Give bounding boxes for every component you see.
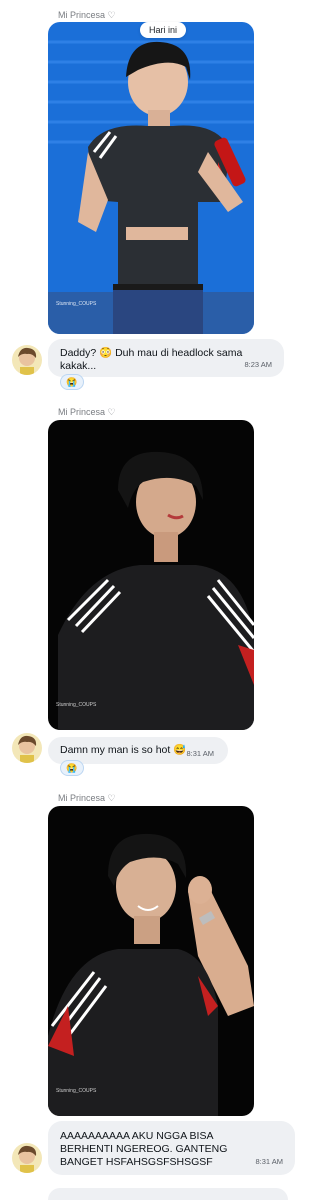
message-time: 8:23 AM — [244, 360, 272, 369]
image-watermark: Stunning_COUPS — [56, 1088, 97, 1094]
message-bubble[interactable]: Daddy? 😳 Duh mau di headlock sama kakak.… — [48, 339, 284, 377]
avatar[interactable] — [12, 733, 42, 763]
image-watermark: Stunning_COUPS — [56, 301, 97, 307]
next-message-bubble-partial[interactable] — [48, 1188, 288, 1200]
sender-name: Mi Princesa ♡ — [58, 10, 116, 20]
avatar[interactable] — [12, 345, 42, 375]
reaction-badge[interactable]: 😭 — [60, 374, 84, 390]
concert-photo-dark: Stunning_COUPS — [48, 420, 254, 730]
concert-photo-dark-2: Stunning_COUPS — [48, 806, 254, 1116]
image-watermark: Stunning_COUPS — [56, 702, 97, 708]
shared-image[interactable]: Stunning_COUPS — [48, 806, 254, 1116]
shared-image[interactable]: Stunning_COUPS — [48, 22, 254, 334]
message-text: Damn my man is so hot 😅 — [60, 744, 187, 756]
message-time: 8:31 AM — [186, 749, 214, 758]
avatar-image — [12, 345, 42, 375]
message-text: AAAAAAAAAA AKU NGGA BISA BERHENTI NGEREO… — [60, 1130, 228, 1168]
message-text: Daddy? 😳 Duh mau di headlock sama kakak.… — [60, 347, 243, 372]
date-separator: Hari ini — [140, 22, 187, 38]
message-time: 8:31 AM — [255, 1157, 283, 1166]
reaction-badge[interactable]: 😭 — [60, 760, 84, 776]
avatar-image — [12, 733, 42, 763]
avatar-image — [12, 1143, 42, 1173]
avatar[interactable] — [12, 1143, 42, 1173]
shared-image[interactable]: Stunning_COUPS — [48, 420, 254, 730]
sender-name: Mi Princesa ♡ — [58, 793, 116, 803]
message-bubble[interactable]: AAAAAAAAAA AKU NGGA BISA BERHENTI NGEREO… — [48, 1121, 295, 1175]
concert-photo-blue: Stunning_COUPS — [48, 22, 254, 334]
sender-name: Mi Princesa ♡ — [58, 407, 116, 417]
